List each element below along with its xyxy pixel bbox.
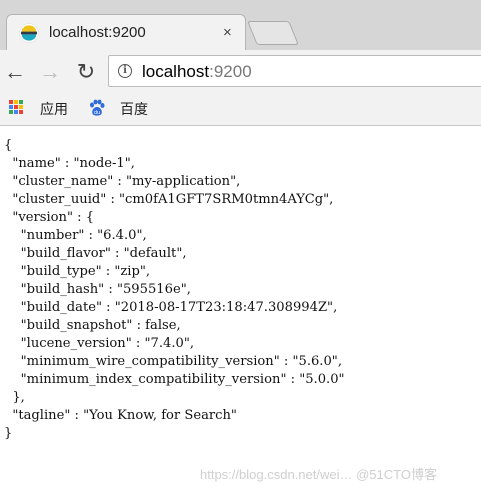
json-line: "build_flavor" : "default", [4,246,187,261]
json-line: "cluster_name" : "my-application", [4,174,241,189]
browser-toolbar: ← → ↻ i localhost:9200 [0,50,481,94]
apps-grid-icon[interactable] [9,100,24,115]
json-line: "version" : { [4,210,95,225]
json-line: { [4,138,13,153]
json-line: }, [4,390,25,405]
new-tab-button[interactable] [247,21,299,45]
json-line: "minimum_wire_compatibility_version" : "… [4,354,342,369]
url-host: localhost [142,62,210,81]
tab-strip: localhost:9200 × [0,0,481,50]
json-line: "build_type" : "zip", [4,264,151,279]
watermark: https://blog.csdn.net/wei… @51CTO博客 [200,467,437,482]
json-line: "build_hash" : "595516e", [4,282,191,297]
json-line: "tagline" : "You Know, for Search" [4,408,237,423]
tab-title: localhost:9200 [49,24,146,41]
json-line: "build_date" : "2018-08-17T23:18:47.3089… [4,300,338,315]
baidu-paw-icon[interactable]: du [88,99,106,117]
svg-text:du: du [94,110,100,116]
address-bar[interactable]: i localhost:9200 [108,55,481,87]
forward-icon[interactable]: → [38,60,62,84]
tab-close-icon[interactable]: × [223,23,232,43]
address-url[interactable]: localhost:9200 [142,61,252,83]
json-line: "lucene_version" : "7.4.0", [4,336,195,351]
json-line: "cluster_uuid" : "cm0fA1GFT7SRM0tmn4AYCg… [4,192,334,207]
info-icon[interactable]: i [118,64,132,78]
browser-tab[interactable]: localhost:9200 × [6,14,246,50]
json-line: "name" : "node-1", [4,156,135,171]
bookmark-baidu[interactable]: 百度 [120,100,148,118]
json-line: "build_snapshot" : false, [4,318,181,333]
json-line: "minimum_index_compatibility_version" : … [4,372,345,387]
bookmark-apps[interactable]: 应用 [40,100,68,118]
back-icon[interactable]: ← [3,60,27,84]
json-line: } [4,426,13,441]
reload-icon[interactable]: ↻ [74,60,98,84]
bookmarks-bar: 应用 du 百度 [0,94,481,126]
url-port: :9200 [209,62,252,81]
elasticsearch-logo-icon [19,23,39,43]
json-response: { "name" : "node-1", "cluster_name" : "m… [4,137,345,443]
json-line: "number" : "6.4.0", [4,228,147,243]
